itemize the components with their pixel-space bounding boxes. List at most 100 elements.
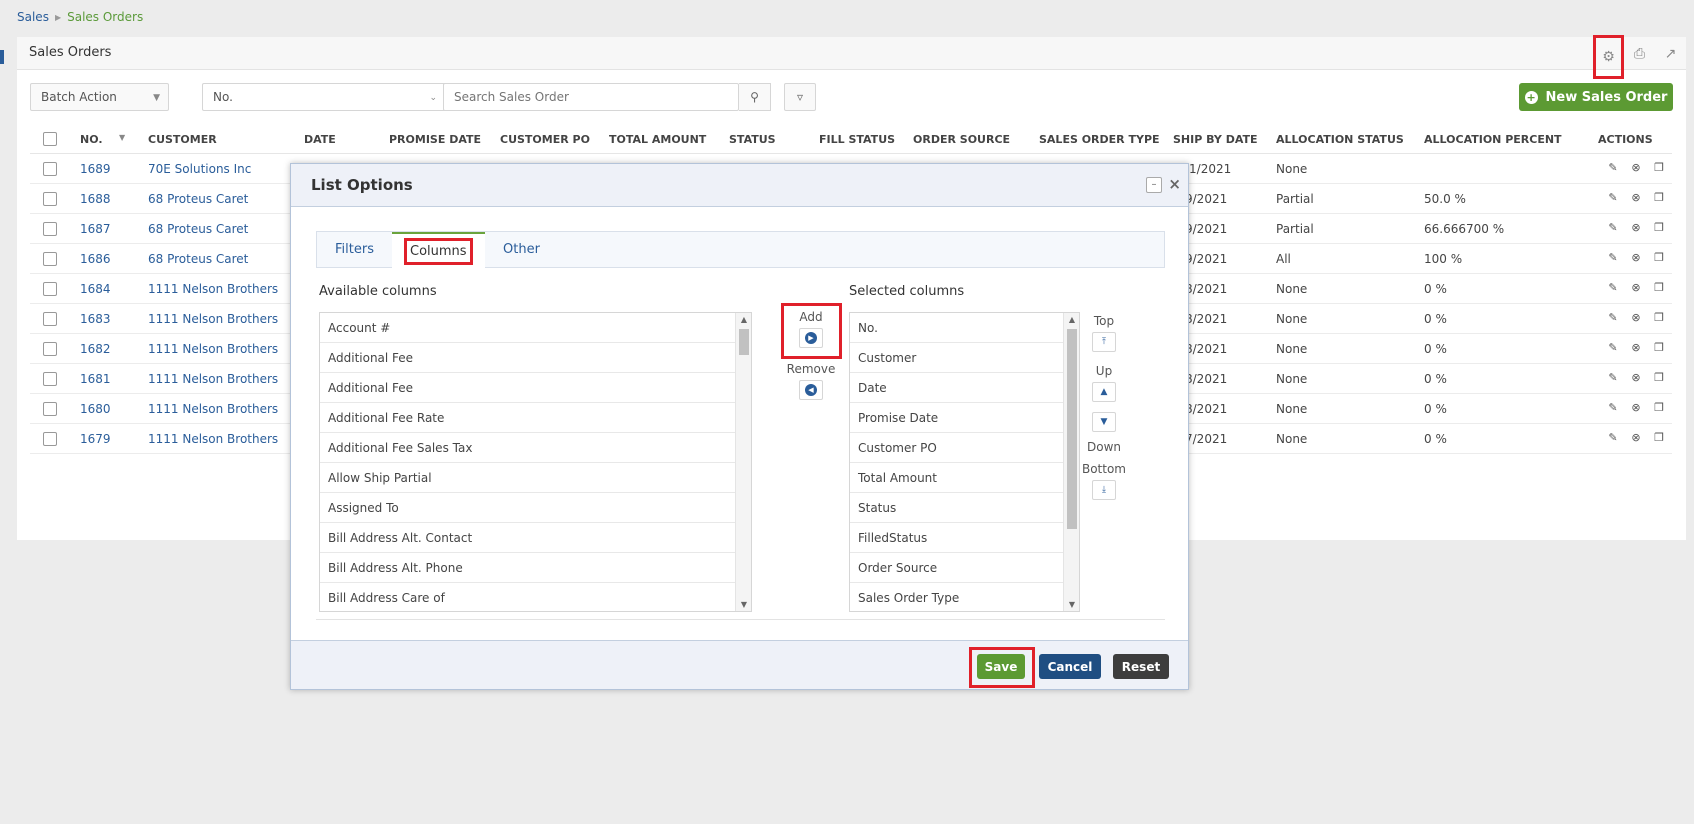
edit-icon[interactable]: ✎	[1607, 402, 1619, 414]
move-bottom-button[interactable]: ⤓	[1092, 480, 1116, 500]
customer-link[interactable]: 68 Proteus Caret	[148, 222, 248, 236]
order-number-link[interactable]: 1684	[80, 282, 111, 296]
move-top-button[interactable]: ⤒	[1092, 332, 1116, 352]
copy-icon[interactable]: ❐	[1653, 312, 1665, 324]
header-customer-po[interactable]: CUSTOMER PO	[500, 133, 590, 146]
header-order-source[interactable]: ORDER SOURCE	[913, 133, 1010, 146]
header-promise-date[interactable]: PROMISE DATE	[389, 133, 481, 146]
select-all-checkbox[interactable]	[43, 132, 57, 146]
header-total-amount[interactable]: TOTAL AMOUNT	[609, 133, 706, 146]
copy-icon[interactable]: ❐	[1653, 162, 1665, 174]
customer-link[interactable]: 1111 Nelson Brothers	[148, 342, 278, 356]
available-column-item[interactable]: Allow Ship Partial	[320, 463, 735, 493]
header-allocation-percent[interactable]: ALLOCATION PERCENT	[1424, 133, 1562, 146]
row-checkbox[interactable]	[43, 282, 57, 296]
breadcrumb-sales-link[interactable]: Sales	[17, 10, 49, 24]
edit-icon[interactable]: ✎	[1607, 282, 1619, 294]
order-number-link[interactable]: 1679	[80, 432, 111, 446]
edit-icon[interactable]: ✎	[1607, 252, 1619, 264]
edit-icon[interactable]: ✎	[1607, 342, 1619, 354]
search-input[interactable]	[444, 84, 737, 110]
customer-link[interactable]: 70E Solutions Inc	[148, 162, 251, 176]
available-column-item[interactable]: Assigned To	[320, 493, 735, 523]
row-checkbox[interactable]	[43, 402, 57, 416]
copy-icon[interactable]: ❐	[1653, 192, 1665, 204]
delete-icon[interactable]: ⊗	[1630, 222, 1642, 234]
order-number-link[interactable]: 1688	[80, 192, 111, 206]
search-icon[interactable]: ⚲	[739, 83, 771, 111]
order-number-link[interactable]: 1686	[80, 252, 111, 266]
header-status[interactable]: STATUS	[729, 133, 776, 146]
batch-action-select[interactable]: Batch Action ▼	[30, 83, 169, 111]
selected-column-item[interactable]: Date	[850, 373, 1063, 403]
filter-icon[interactable]: ▿	[784, 83, 816, 111]
row-checkbox[interactable]	[43, 222, 57, 236]
delete-icon[interactable]: ⊗	[1630, 282, 1642, 294]
available-column-item[interactable]: Bill Address Care of	[320, 583, 735, 611]
add-button[interactable]: ▶	[799, 328, 823, 348]
selected-column-item[interactable]: No.	[850, 313, 1063, 343]
customer-link[interactable]: 68 Proteus Caret	[148, 192, 248, 206]
edit-icon[interactable]: ✎	[1607, 312, 1619, 324]
scroll-up-icon[interactable]: ▲	[1064, 315, 1079, 324]
side-panel-toggle[interactable]	[0, 50, 4, 64]
selected-column-item[interactable]: Total Amount	[850, 463, 1063, 493]
available-column-item[interactable]: Additional Fee	[320, 373, 735, 403]
delete-icon[interactable]: ⊗	[1630, 252, 1642, 264]
available-column-item[interactable]: Additional Fee Rate	[320, 403, 735, 433]
copy-icon[interactable]: ❐	[1653, 252, 1665, 264]
scroll-thumb[interactable]	[1067, 329, 1077, 529]
row-checkbox[interactable]	[43, 372, 57, 386]
export-icon[interactable]: ↗	[1655, 37, 1686, 70]
customer-link[interactable]: 68 Proteus Caret	[148, 252, 248, 266]
selected-column-item[interactable]: Customer PO	[850, 433, 1063, 463]
order-number-link[interactable]: 1683	[80, 312, 111, 326]
copy-icon[interactable]: ❐	[1653, 282, 1665, 294]
selected-column-item[interactable]: Customer	[850, 343, 1063, 373]
sort-field-select[interactable]: No. ⌄	[202, 83, 446, 111]
selected-column-item[interactable]: Status	[850, 493, 1063, 523]
selected-column-item[interactable]: Order Source	[850, 553, 1063, 583]
row-checkbox[interactable]	[43, 312, 57, 326]
scroll-up-icon[interactable]: ▲	[736, 315, 751, 324]
delete-icon[interactable]: ⊗	[1630, 402, 1642, 414]
available-column-item[interactable]: Bill Address Alt. Contact	[320, 523, 735, 553]
edit-icon[interactable]: ✎	[1607, 222, 1619, 234]
edit-icon[interactable]: ✎	[1607, 192, 1619, 204]
header-no[interactable]: NO.	[80, 133, 103, 146]
customer-link[interactable]: 1111 Nelson Brothers	[148, 402, 278, 416]
available-column-item[interactable]: Additional Fee Sales Tax	[320, 433, 735, 463]
available-columns-list[interactable]: Account # Additional Fee Additional Fee Add…	[319, 312, 752, 612]
gear-icon[interactable]: ⚙	[1593, 35, 1624, 79]
save-button[interactable]: Save	[977, 654, 1025, 679]
selected-columns-list[interactable]: No. Customer Date Promise Date Customer PO To…	[849, 312, 1080, 612]
customer-link[interactable]: 1111 Nelson Brothers	[148, 282, 278, 296]
selected-scrollbar[interactable]: ▲ ▼	[1063, 313, 1079, 611]
tab-filters[interactable]: Filters	[317, 232, 392, 269]
header-sales-order-type[interactable]: SALES ORDER TYPE	[1039, 133, 1160, 146]
edit-icon[interactable]: ✎	[1607, 372, 1619, 384]
row-checkbox[interactable]	[43, 252, 57, 266]
move-down-button[interactable]: ▼	[1092, 412, 1116, 432]
selected-column-item[interactable]: Promise Date	[850, 403, 1063, 433]
header-ship-by-date[interactable]: SHIP BY DATE	[1173, 133, 1258, 146]
scroll-thumb[interactable]	[739, 329, 749, 355]
header-allocation-status[interactable]: ALLOCATION STATUS	[1276, 133, 1404, 146]
row-checkbox[interactable]	[43, 432, 57, 446]
tab-other[interactable]: Other	[485, 232, 558, 269]
order-number-link[interactable]: 1682	[80, 342, 111, 356]
scroll-down-icon[interactable]: ▼	[736, 600, 751, 609]
copy-icon[interactable]: ❐	[1653, 402, 1665, 414]
row-checkbox[interactable]	[43, 162, 57, 176]
customer-link[interactable]: 1111 Nelson Brothers	[148, 312, 278, 326]
delete-icon[interactable]: ⊗	[1630, 162, 1642, 174]
order-number-link[interactable]: 1681	[80, 372, 111, 386]
customer-link[interactable]: 1111 Nelson Brothers	[148, 432, 278, 446]
copy-icon[interactable]: ❐	[1653, 342, 1665, 354]
new-sales-order-button[interactable]: + New Sales Order	[1519, 83, 1673, 111]
close-icon[interactable]: ×	[1168, 175, 1181, 193]
delete-icon[interactable]: ⊗	[1630, 312, 1642, 324]
available-scrollbar[interactable]: ▲ ▼	[735, 313, 751, 611]
minimize-icon[interactable]: –	[1146, 177, 1162, 193]
delete-icon[interactable]: ⊗	[1630, 192, 1642, 204]
